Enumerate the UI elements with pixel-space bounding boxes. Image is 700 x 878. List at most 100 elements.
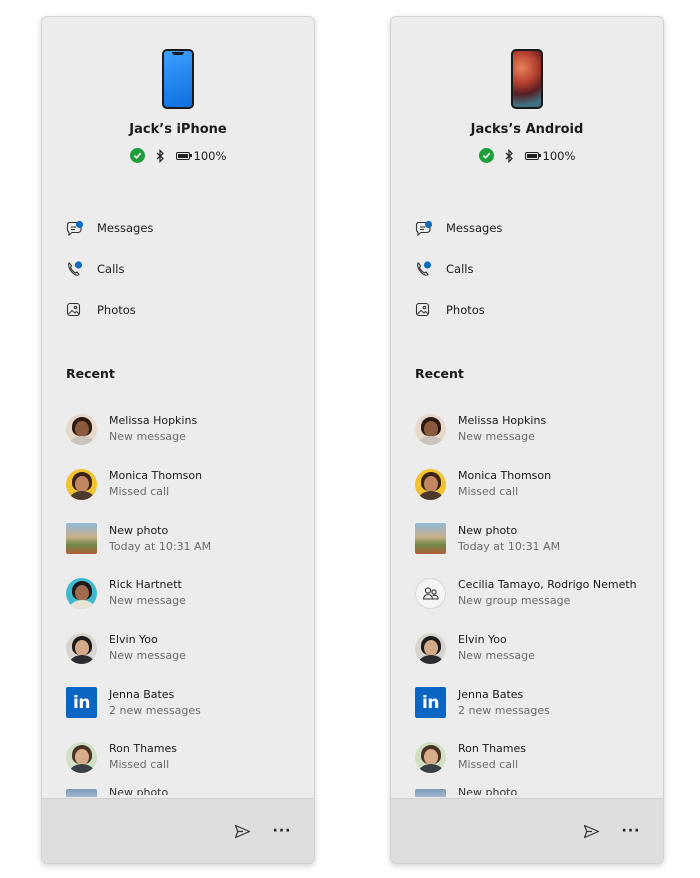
iphone-device-image (162, 49, 194, 109)
connected-check-icon (129, 148, 145, 163)
recent-item-subtitle: 2 new messages (109, 703, 201, 717)
recent-item[interactable]: Elvin Yoo New message (66, 621, 306, 676)
recent-item-partial[interactable]: New photo (415, 787, 517, 797)
recent-heading: Recent (415, 366, 464, 381)
more-options-button[interactable]: ··· (272, 821, 292, 841)
send-button[interactable] (232, 821, 252, 841)
send-button[interactable] (581, 821, 601, 841)
recent-item-title: Melissa Hopkins (109, 414, 198, 428)
nav-item-calls[interactable]: Calls (66, 248, 314, 289)
nav-label-photos: Photos (97, 302, 136, 317)
bluetooth-icon (156, 148, 165, 163)
nav-label-messages: Messages (97, 220, 154, 235)
avatar-ron-thames (66, 741, 97, 773)
photo-thumbnail (66, 789, 97, 797)
nav-item-photos[interactable]: Photos (66, 289, 314, 330)
recent-item-title: New photo (109, 523, 169, 537)
avatar-rick-hartnett (66, 577, 97, 609)
recent-item-subtitle: New message (109, 594, 186, 608)
photo-thumbnail (415, 789, 446, 797)
battery-status: 100% (524, 148, 576, 163)
recent-item-title: Elvin Yoo (109, 633, 158, 647)
recent-item[interactable]: in Jenna Bates 2 new messages (415, 675, 655, 730)
nav-item-messages[interactable]: Messages (415, 207, 663, 248)
photo-thumbnail (66, 523, 97, 555)
avatar-melissa-hopkins (415, 413, 446, 445)
bluetooth-icon (505, 148, 514, 163)
battery-level: 100% (542, 148, 576, 163)
recent-item-title: Ron Thames (109, 742, 177, 756)
recent-item[interactable]: in Jenna Bates 2 new messages (66, 675, 306, 730)
messages-icon (415, 220, 446, 236)
avatar-monica-thomson (415, 468, 446, 500)
recent-item-subtitle: New message (109, 649, 186, 663)
recent-item-subtitle: Today at 10:31 AM (109, 539, 212, 553)
nav-list: Messages Calls Photos (66, 207, 314, 330)
recent-item[interactable]: Ron Thames Missed call (415, 730, 655, 785)
linkedin-icon: in (66, 687, 97, 719)
recent-item-title: Ron Thames (458, 742, 526, 756)
send-icon (234, 824, 250, 838)
recent-item-subtitle: Missed call (458, 758, 519, 772)
photo-thumbnail (415, 523, 446, 555)
nav-item-calls[interactable]: Calls (415, 248, 663, 289)
recent-item-title: Jenna Bates (458, 687, 524, 701)
recent-item[interactable]: Monica Thomson Missed call (66, 457, 306, 512)
device-name: Jacks’s Android (470, 122, 584, 137)
nav-label-messages: Messages (446, 220, 503, 235)
recent-item-subtitle: Missed call (109, 485, 170, 499)
avatar-elvin-yoo (415, 632, 446, 664)
recent-item-title: New photo (458, 523, 518, 537)
recent-item[interactable]: New photo Today at 10:31 AM (66, 511, 306, 566)
avatar-elvin-yoo (66, 632, 97, 664)
recent-item-title: New photo (109, 787, 169, 795)
calls-icon (415, 260, 446, 277)
recent-item-title: Rick Hartnett (109, 578, 182, 592)
recent-item[interactable]: New photo Today at 10:31 AM (415, 511, 655, 566)
recent-item[interactable]: Ron Thames Missed call (66, 730, 306, 785)
recent-item-subtitle: New message (109, 430, 186, 444)
photos-icon (415, 302, 446, 318)
avatar-ron-thames (415, 741, 446, 773)
send-icon (583, 824, 599, 838)
recent-item-partial[interactable]: New photo (66, 787, 169, 797)
recent-item-title: Monica Thomson (109, 469, 203, 483)
recent-item-subtitle: New group message (458, 594, 571, 608)
connected-check-icon (478, 148, 494, 163)
recent-item[interactable]: Melissa Hopkins New message (415, 402, 655, 457)
nav-label-calls: Calls (97, 261, 125, 276)
nav-label-photos: Photos (446, 302, 485, 317)
recent-item-title: Melissa Hopkins (458, 414, 547, 428)
recent-list: Melissa Hopkins New message Monica Thoms… (415, 402, 655, 785)
nav-item-messages[interactable]: Messages (66, 207, 314, 248)
device-panel-iphone: Jack’s iPhone 100% Messages Calls Photos… (41, 16, 315, 864)
group-people-icon (415, 577, 446, 609)
recent-item[interactable]: Monica Thomson Missed call (415, 457, 655, 512)
recent-item[interactable]: Elvin Yoo New message (415, 621, 655, 676)
photos-icon (66, 302, 97, 318)
device-name: Jack’s iPhone (129, 122, 227, 137)
battery-status: 100% (175, 149, 226, 163)
recent-item-title: Elvin Yoo (458, 633, 507, 647)
device-panel-android: Jacks’s Android 100% Messages Calls Phot… (390, 16, 664, 864)
nav-item-photos[interactable]: Photos (415, 289, 663, 330)
panel-footer: ··· (391, 798, 663, 863)
battery-icon (175, 151, 192, 160)
device-status-row: 100% (391, 148, 663, 163)
messages-icon (66, 220, 97, 236)
recent-item-title: Cecilia Tamayo, Rodrigo Nemeth (458, 578, 637, 592)
recent-item-subtitle: 2 new messages (458, 703, 550, 717)
recent-item[interactable]: Melissa Hopkins New message (66, 402, 306, 457)
more-options-button[interactable]: ··· (621, 821, 641, 841)
recent-item-subtitle: New message (458, 430, 535, 444)
recent-list: Melissa Hopkins New message Monica Thoms… (66, 402, 306, 785)
recent-heading: Recent (66, 366, 115, 381)
recent-item-subtitle: New message (458, 649, 535, 663)
avatar-melissa-hopkins (66, 413, 97, 445)
calls-icon (66, 260, 97, 277)
nav-list: Messages Calls Photos (415, 207, 663, 330)
battery-icon (524, 151, 541, 160)
recent-item[interactable]: Rick Hartnett New message (66, 566, 306, 621)
recent-item-subtitle: Today at 10:31 AM (458, 539, 561, 553)
recent-item[interactable]: Cecilia Tamayo, Rodrigo Nemeth New group… (415, 566, 655, 621)
